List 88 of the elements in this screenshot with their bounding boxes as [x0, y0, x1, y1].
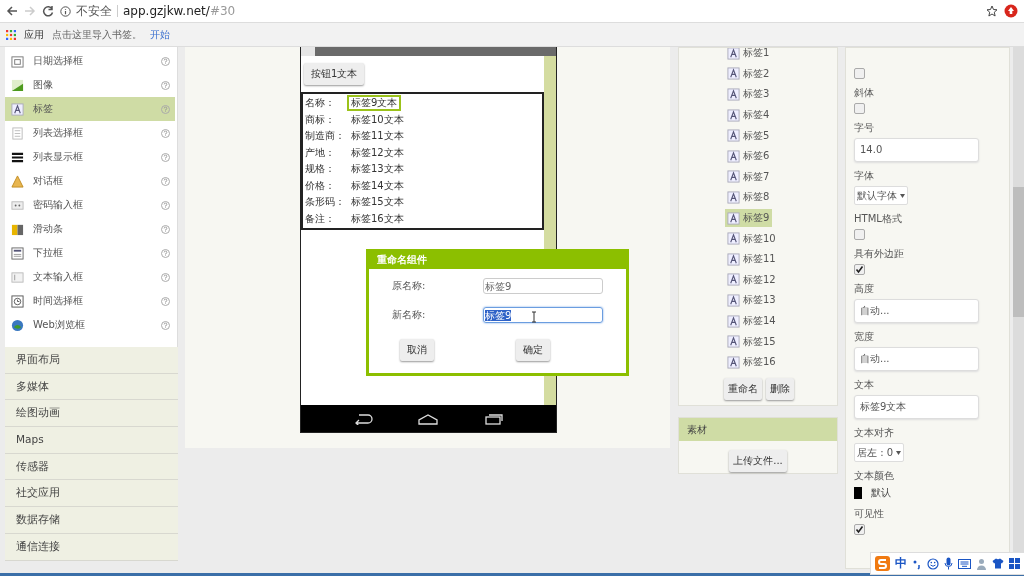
palette-item[interactable]: 标签: [5, 97, 175, 121]
palette-item[interactable]: Web浏览框: [5, 313, 175, 337]
url-text: app.gzjkw.net/#30: [123, 4, 236, 18]
security-label: 不安全: [76, 2, 112, 20]
tree-item[interactable]: 标签16: [725, 353, 779, 372]
tree-item[interactable]: 标签15: [725, 332, 779, 351]
property-label: 文本颜色: [854, 469, 895, 483]
category-header[interactable]: 社交应用: [5, 480, 178, 508]
tree-item[interactable]: 标签10: [725, 229, 779, 248]
field-label: 产地：: [304, 145, 336, 160]
text-field[interactable]: 自动...: [854, 347, 979, 371]
palette-item[interactable]: 文本输入框: [5, 265, 175, 289]
input-mode-toggle[interactable]: 中: [895, 555, 907, 572]
property-label: 文本对齐: [854, 426, 895, 440]
palette-item[interactable]: 对话框: [5, 169, 175, 193]
tree-item[interactable]: 标签14: [725, 312, 779, 330]
palette-item[interactable]: 滑动条: [5, 217, 175, 241]
tree-item[interactable]: 标签7: [725, 167, 773, 186]
palette-item[interactable]: 列表选择框: [5, 121, 175, 145]
property-label: 文本: [854, 378, 875, 392]
tree-item[interactable]: 标签12: [725, 270, 779, 289]
field-label: 商标：: [304, 112, 336, 127]
property-label: 宽度: [854, 330, 875, 344]
field-label: 备注：: [304, 211, 336, 226]
tree-item[interactable]: 标签5: [725, 126, 773, 145]
tree-item[interactable]: 标签4: [725, 106, 773, 125]
dialog-button[interactable]: 取消: [400, 339, 434, 361]
palette-item[interactable]: 时间选择框: [5, 289, 175, 313]
color-name: 默认: [871, 486, 891, 500]
name-field[interactable]: 标签9: [483, 306, 603, 323]
tree-item[interactable]: 标签1: [725, 48, 773, 63]
tree-item[interactable]: 标签6: [725, 147, 773, 166]
label-text[interactable]: 标签16文本: [347, 210, 408, 227]
category-header[interactable]: 通信连接: [5, 533, 178, 561]
field-label: 新名称:: [392, 307, 427, 322]
category-header[interactable]: 绘图动画: [5, 400, 178, 428]
palette-item[interactable]: 日期选择框: [5, 49, 175, 73]
dropdown[interactable]: 居左 : 0: [854, 443, 905, 462]
bookmark-hint: 点击这里导入书签。: [52, 27, 142, 42]
field-label: 规格：: [304, 162, 336, 177]
property-label: 斜体: [854, 86, 875, 100]
tree-item[interactable]: 标签2: [725, 64, 773, 83]
dialog-title: 重命名组件: [369, 252, 626, 269]
tree-item[interactable]: 标签9: [725, 209, 773, 228]
property-label: 具有外边距: [854, 247, 905, 261]
label-text[interactable]: 标签11文本: [347, 128, 408, 145]
property-label: 可见性: [854, 507, 885, 521]
tree-button[interactable]: 重命名: [724, 377, 762, 400]
category-header[interactable]: 传感器: [5, 453, 178, 481]
label-text[interactable]: 标签10文本: [347, 111, 408, 128]
palette-item[interactable]: 列表显示框: [5, 145, 175, 169]
category-header[interactable]: Maps: [5, 427, 178, 454]
field-label: 名称：: [304, 96, 336, 111]
property-label: 高度: [854, 282, 875, 296]
palette-item[interactable]: 图像: [5, 73, 175, 97]
name-field[interactable]: 标签9: [483, 277, 603, 294]
property-label: 字体: [854, 169, 875, 183]
field-label: 价格：: [304, 178, 336, 193]
start-link[interactable]: 开始: [150, 27, 170, 42]
tree-item[interactable]: 标签8: [725, 188, 773, 207]
category-header[interactable]: 数据存储: [5, 507, 178, 534]
tree-item[interactable]: 标签3: [725, 85, 773, 104]
media-header: 素材: [679, 418, 837, 441]
field-label: 制造商：: [304, 129, 345, 144]
apps-link[interactable]: 应用: [24, 27, 44, 42]
tree-item[interactable]: 标签13: [725, 291, 779, 310]
property-label: 字号: [854, 121, 875, 135]
palette-item[interactable]: 下拉框: [5, 241, 175, 265]
text-field[interactable]: 14.0: [854, 138, 979, 162]
field-label: 原名称:: [392, 278, 427, 293]
field-label: 条形码：: [304, 195, 345, 210]
dropdown[interactable]: 默认字体: [854, 186, 908, 205]
palette-item[interactable]: 密码输入框: [5, 193, 175, 217]
upload-button[interactable]: 上传文件...: [729, 450, 787, 472]
category-header[interactable]: 多媒体: [5, 373, 178, 401]
tree-item[interactable]: 标签11: [725, 250, 779, 269]
text-field[interactable]: 自动...: [854, 299, 979, 323]
label-text[interactable]: 标签13文本: [347, 161, 408, 178]
app-button[interactable]: 按钮1文本: [304, 63, 365, 85]
property-label: HTML格式: [854, 212, 903, 226]
tree-button[interactable]: 删除: [766, 377, 794, 400]
text-field[interactable]: 标签9文本: [854, 395, 979, 419]
category-header[interactable]: 界面布局: [5, 347, 178, 374]
label-text[interactable]: 标签15文本: [347, 194, 408, 211]
label-text[interactable]: 标签9文本: [347, 95, 402, 112]
dialog-button[interactable]: 确定: [516, 339, 550, 361]
label-text[interactable]: 标签12文本: [347, 144, 408, 161]
label-text[interactable]: 标签14文本: [347, 177, 408, 194]
